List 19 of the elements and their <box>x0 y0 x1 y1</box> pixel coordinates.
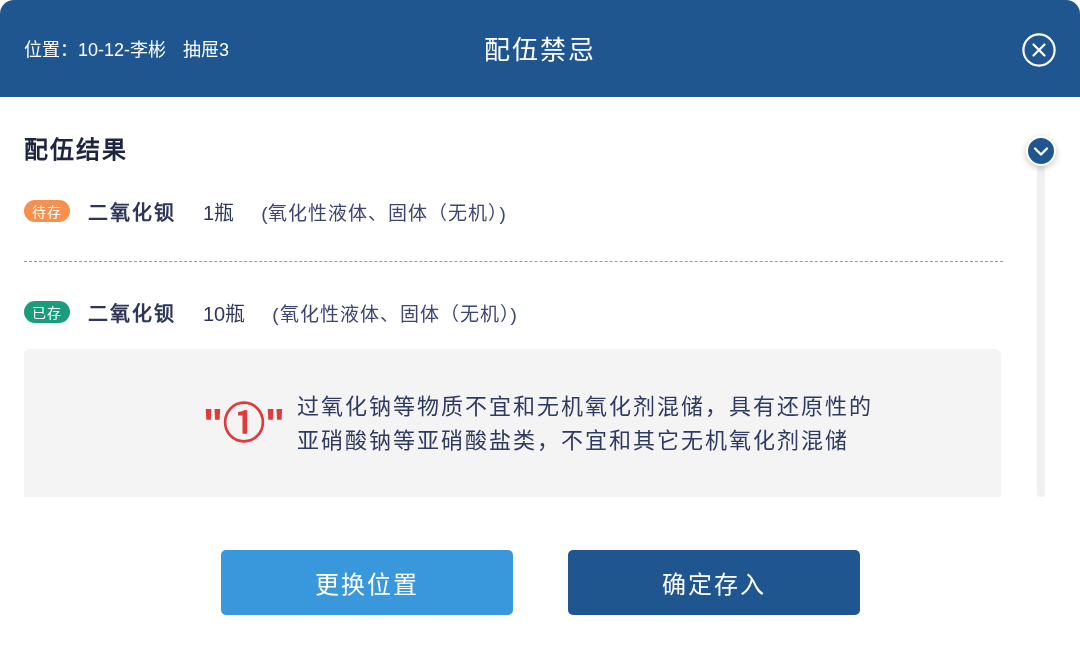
drawer-label: 抽屉3 <box>183 38 230 62</box>
scrollbar-track[interactable] <box>1037 166 1045 497</box>
section-title: 配伍结果 <box>24 135 128 165</box>
quantity-text: 10瓶 <box>203 301 246 327</box>
close-icon <box>1022 32 1056 67</box>
status-tag: 待存 <box>24 200 70 222</box>
chemical-name: 二氧化钡 <box>88 200 176 226</box>
close-button[interactable] <box>1022 32 1056 67</box>
hazard-category: (氧化性液体、固体（无机）) <box>261 201 507 225</box>
status-tag: 已存 <box>24 301 70 323</box>
confirm-button[interactable]: 确定存入 <box>567 550 860 615</box>
note-marker: "①" <box>203 403 285 445</box>
quantity-text: 1瓶 <box>203 200 235 226</box>
hazard-category: (氧化性液体、固体（无机）) <box>272 302 518 326</box>
chemical-name: 二氧化钡 <box>88 301 176 327</box>
chevron-down-icon[interactable] <box>1026 136 1056 166</box>
note-text: 过氧化钠等物质不宜和无机氧化剂混储，具有还原性的亚硝酸钠等亚硝酸盐类，不宜和其它无机氧化剂混储 <box>296 393 874 455</box>
dialog-title: 配伍禁忌 <box>484 33 596 67</box>
location-label: 位置：10-12-李彬 <box>24 38 167 62</box>
